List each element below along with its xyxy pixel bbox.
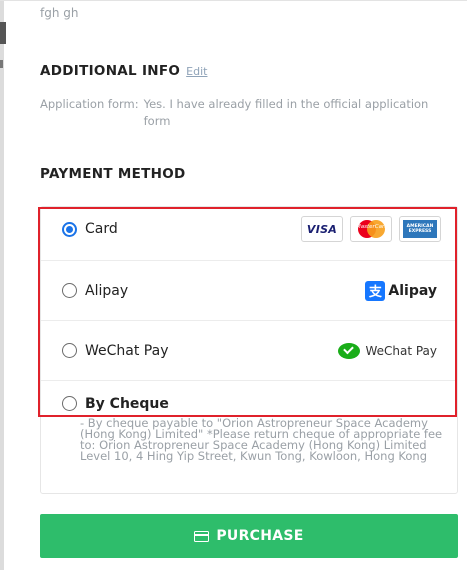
alipay-radio[interactable] (62, 283, 77, 298)
application-form-label: Application form: (40, 97, 139, 111)
application-form-row: Application form: Yes. I have already fi… (40, 96, 460, 130)
window-left-edge (0, 0, 6, 570)
wechat-label: WeChat Pay (85, 342, 169, 359)
payment-option-alipay[interactable]: Alipay 支 Alipay (41, 260, 457, 320)
truncated-previous-value: fgh gh (40, 6, 79, 20)
cheque-radio[interactable] (62, 396, 77, 411)
additional-info-heading: ADDITIONAL INFO Edit (40, 63, 207, 79)
cheque-description: - By cheque payable to "Orion Astroprene… (80, 416, 443, 463)
payment-method-title: PAYMENT METHOD (40, 166, 186, 182)
wechat-radio[interactable] (62, 343, 77, 358)
alipay-label: Alipay (85, 282, 129, 299)
card-label: Card (85, 221, 118, 237)
credit-card-icon (194, 530, 210, 542)
card-radio[interactable] (62, 221, 77, 237)
visa-icon: VISA (301, 216, 343, 242)
purchase-label: PURCHASE (216, 528, 304, 544)
wechat-pay-logo: WeChat Pay (338, 342, 437, 359)
additional-info-title: ADDITIONAL INFO (40, 63, 181, 79)
card-logos: VISA MasterCard AMERICAN EXPRESS (301, 216, 441, 242)
wechat-logo-text: WeChat Pay (365, 343, 437, 358)
alipay-logo: 支 Alipay (365, 280, 437, 301)
top-divider (0, 0, 467, 1)
application-form-value: Yes. I have already filled in the offici… (143, 97, 429, 128)
payment-option-wechat[interactable]: WeChat Pay WeChat Pay (41, 320, 457, 380)
purchase-button[interactable]: PURCHASE (40, 514, 458, 558)
amex-icon: AMERICAN EXPRESS (399, 216, 441, 242)
alipay-icon: 支 (365, 280, 386, 301)
alipay-logo-text: Alipay (388, 282, 437, 299)
edit-additional-info-link[interactable]: Edit (186, 65, 207, 78)
wechat-icon (338, 342, 361, 359)
cheque-label: By Cheque (85, 396, 169, 412)
mastercard-icon: MasterCard (350, 216, 392, 242)
payment-option-card[interactable]: Card VISA MasterCard AMERICAN EXPRESS (41, 199, 457, 259)
